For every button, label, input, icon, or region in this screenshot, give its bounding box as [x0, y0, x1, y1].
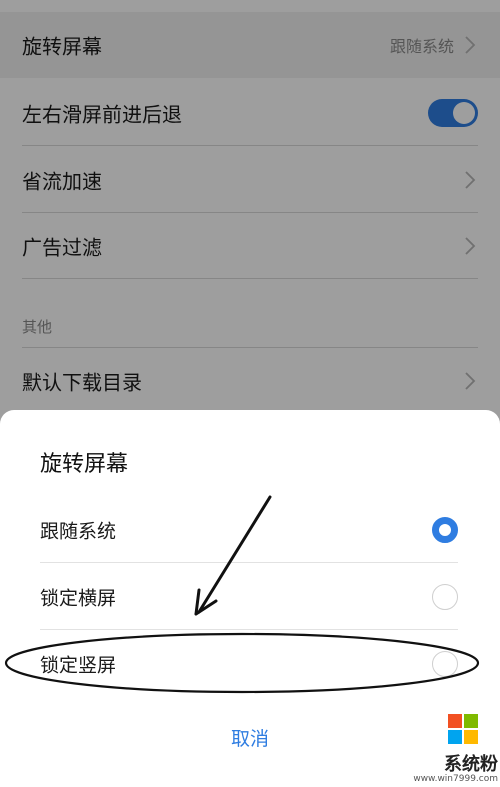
option-lock-landscape[interactable]: 锁定横屏	[26, 564, 474, 630]
option-label: 锁定横屏	[40, 587, 117, 610]
watermark-text: 系统粉	[444, 754, 498, 775]
watermark-url: www.win7999.com	[413, 774, 498, 784]
cancel-button[interactable]: 取消	[210, 722, 290, 756]
radio-unselected-icon[interactable]	[432, 584, 458, 610]
rotate-dialog: 旋转屏幕 跟随系统 锁定横屏 锁定竖屏 取消	[0, 410, 500, 787]
radio-selected-icon[interactable]	[432, 517, 458, 543]
option-divider	[40, 629, 458, 630]
option-lock-portrait[interactable]: 锁定竖屏	[26, 631, 474, 697]
windows-logo-icon	[448, 714, 478, 744]
watermark: 系统粉 www.win7999.com	[413, 712, 500, 787]
option-label: 跟随系统	[40, 520, 117, 543]
screen: 旋转屏幕 跟随系统 左右滑屏前进后退 省流加速 广告过滤 其他 默认下载目录 旋…	[0, 0, 500, 787]
dialog-title: 旋转屏幕	[40, 452, 129, 477]
radio-unselected-icon[interactable]	[432, 651, 458, 677]
option-divider	[40, 562, 458, 563]
option-label: 锁定竖屏	[40, 654, 117, 677]
option-follow-system[interactable]: 跟随系统	[26, 497, 474, 563]
